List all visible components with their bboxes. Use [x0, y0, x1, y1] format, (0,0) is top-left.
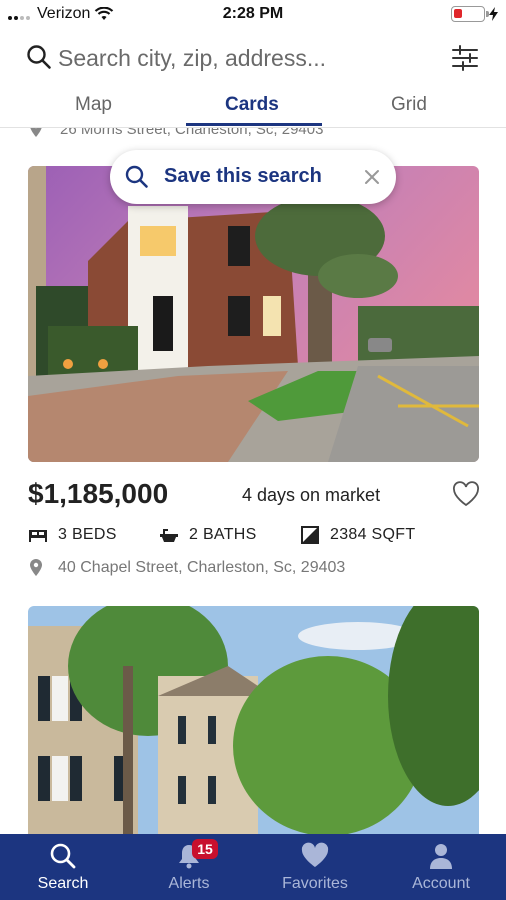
baths-spec: 2 BATHS [159, 526, 257, 544]
beds-spec: 3 BEDS [28, 526, 117, 544]
square-footage-icon [301, 526, 319, 544]
nav-alerts[interactable]: 15 Alerts [126, 834, 252, 900]
listing-cards-feed[interactable]: 26 Morris Street, Charleston, Sc, 29403 [0, 128, 506, 834]
previous-listing-address-text: 26 Morris Street, Charleston, Sc, 29403 [60, 128, 324, 138]
nav-account[interactable]: Account [378, 834, 504, 900]
save-search-label: Save this search [164, 165, 322, 187]
listing-price: $1,185,000 [28, 478, 169, 509]
nav-favorites[interactable]: Favorites [252, 834, 378, 900]
search-icon [125, 165, 148, 188]
beds-text: 3 BEDS [58, 526, 117, 543]
previous-listing-address: 26 Morris Street, Charleston, Sc, 29403 [28, 128, 323, 138]
nav-alerts-label: Alerts [168, 875, 210, 892]
status-right [451, 6, 498, 22]
favorite-heart-icon[interactable] [452, 481, 480, 507]
listing-address-text: 40 Chapel Street, Charleston, Sc, 29403 [58, 559, 346, 576]
active-tab-indicator [186, 123, 322, 126]
location-pin-icon [30, 559, 42, 576]
bed-icon [29, 530, 47, 542]
save-search-button[interactable]: Save this search [110, 150, 396, 204]
alerts-count-badge: 15 [192, 839, 218, 859]
listing-specs: 3 BEDS 2 BATHS 2384 SQFT [28, 526, 478, 548]
tab-cards[interactable]: Cards [225, 94, 279, 116]
search-icon[interactable] [26, 44, 52, 70]
tab-map[interactable]: Map [75, 94, 112, 116]
house-photo-image [28, 606, 479, 834]
next-listing-photo[interactable] [28, 606, 479, 834]
bathtub-icon [160, 529, 178, 542]
person-icon [430, 844, 452, 869]
search-icon [50, 843, 76, 869]
sqft-text: 2384 SQFT [330, 526, 416, 543]
house-photo-image [28, 166, 479, 462]
charging-bolt-icon [489, 7, 498, 21]
search-input[interactable] [58, 40, 438, 76]
nav-search-label: Search [37, 875, 89, 892]
close-icon[interactable] [362, 167, 382, 187]
listing-photo[interactable] [28, 166, 479, 462]
view-tabs: Map Cards Grid [0, 86, 506, 128]
nav-search[interactable]: Search [0, 834, 126, 900]
days-on-market: 4 days on market [242, 485, 381, 505]
battery-icon [451, 6, 489, 22]
status-bar: Verizon 2:28 PM [0, 0, 506, 30]
status-time: 2:28 PM [222, 5, 284, 22]
location-pin-icon [30, 128, 42, 137]
sqft-spec: 2384 SQFT [300, 526, 415, 544]
baths-text: 2 BATHS [189, 526, 257, 543]
search-bar [0, 34, 506, 82]
tab-grid[interactable]: Grid [391, 94, 427, 116]
listing-address: 40 Chapel Street, Charleston, Sc, 29403 [28, 559, 345, 577]
nav-account-label: Account [412, 875, 470, 892]
nav-favorites-label: Favorites [282, 875, 348, 892]
filter-sliders-icon[interactable] [450, 43, 480, 73]
heart-icon [301, 842, 329, 867]
bottom-navigation: Search 15 Alerts Favorites Account [0, 834, 506, 900]
